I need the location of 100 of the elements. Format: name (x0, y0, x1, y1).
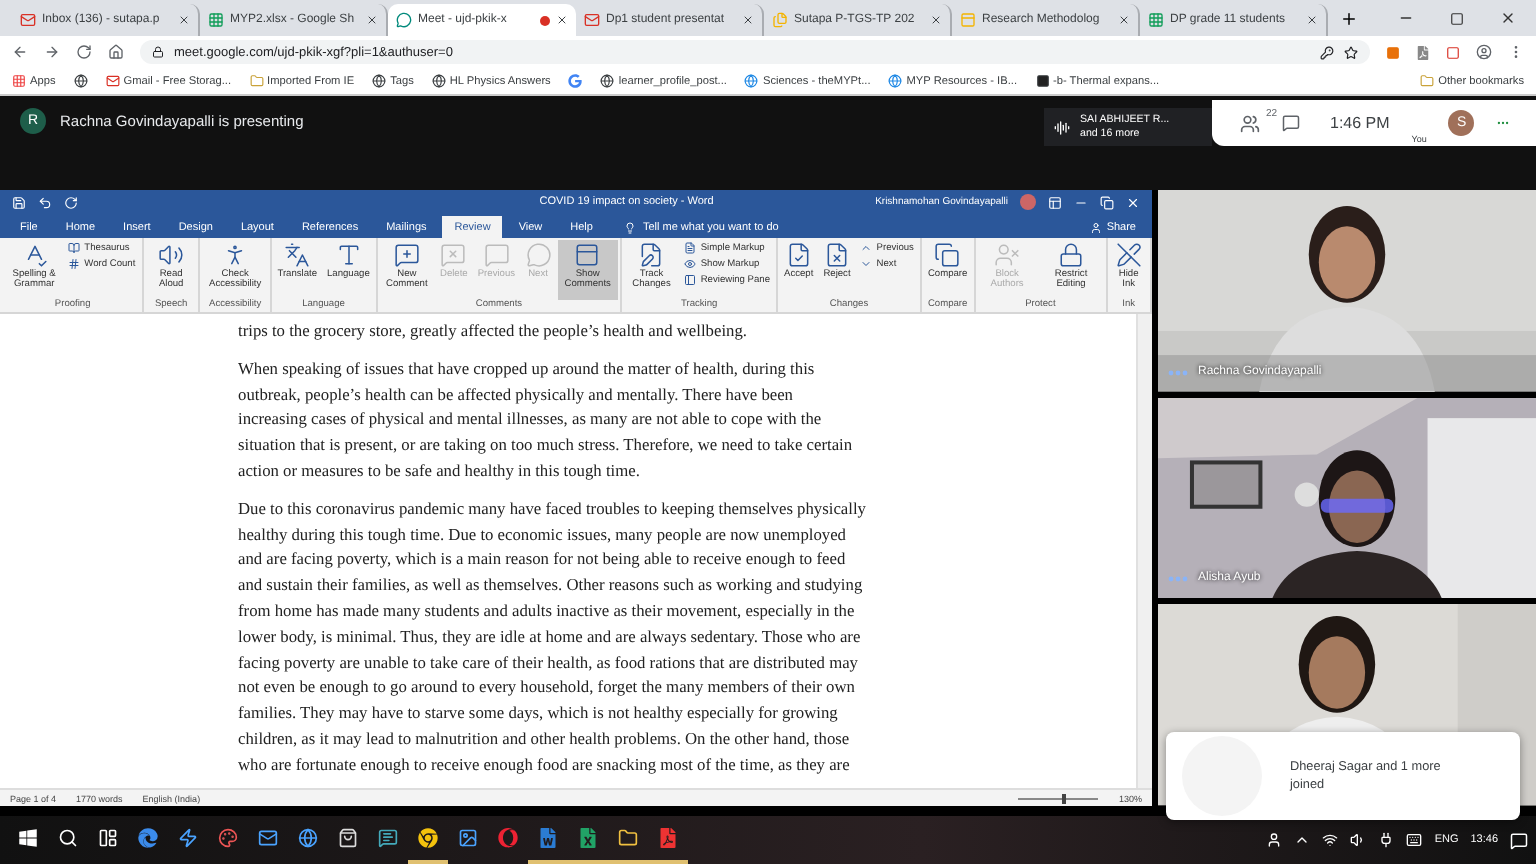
document-pen-icon (638, 242, 665, 268)
word-icon[interactable] (538, 828, 558, 848)
translate-icon (284, 242, 311, 268)
bookmark-icon[interactable] (73, 74, 88, 88)
globe-icon[interactable] (298, 828, 318, 848)
close-icon[interactable] (1306, 14, 1318, 26)
redo-icon[interactable] (64, 195, 78, 209)
people-icon[interactable] (1240, 113, 1260, 133)
task-view-icon[interactable] (98, 828, 118, 848)
speaker-icon (158, 242, 185, 268)
comment-delete-icon (440, 242, 467, 268)
globe-icon (372, 74, 387, 88)
pdf-icon[interactable] (658, 828, 678, 848)
site-icon (1035, 74, 1049, 88)
reload-icon[interactable] (76, 44, 92, 60)
lock-icon (152, 46, 164, 58)
close-icon[interactable] (1500, 10, 1516, 26)
audio-dots-icon (1168, 369, 1188, 376)
store-icon[interactable] (338, 828, 358, 848)
chrome-icon[interactable] (418, 828, 438, 848)
restore-icon[interactable] (1100, 195, 1114, 209)
mail-icon (584, 12, 600, 28)
power-icon[interactable] (1378, 832, 1395, 848)
browser-icon[interactable] (138, 828, 158, 848)
more-icon[interactable] (1496, 116, 1511, 130)
paragraph: When speaking of issues that have cropped up around the matter of health, during this outbreak, people’s health can be affected physically and mentally. There have been increasing cases of physical and mental illnesses, as many are not able to cope with the situation that is present, or are taking on too much stress. Therefore, we need to take certain action or measures to be safe and healthy in this tough time. (238, 357, 855, 484)
document-icon (684, 242, 697, 254)
undo-icon[interactable] (38, 195, 52, 209)
folder-icon[interactable] (618, 828, 638, 848)
windows-icon[interactable] (18, 828, 38, 848)
palette-icon[interactable] (218, 828, 238, 848)
bolt-icon[interactable] (178, 828, 198, 848)
mail-icon[interactable] (258, 828, 278, 848)
chevron-down-icon (860, 258, 873, 270)
ribbon-options-icon[interactable] (1048, 195, 1062, 209)
user-blocked-icon (994, 242, 1021, 268)
paragraph: Due to this coronavirus pandemic many have faced troubles to keeping themselves physically healthy during this tough time. Due to economic issues, many people are now unemployed and are facing poverty, which is a main reason for not being able to receive enough to feed and sustain their families, as well as themselves. Other reasons such as working and studying from home has made many students and adults inactive as their movement, especially in the lower body, is minimal. Thus, they are idle at home and are always sedentary. Those who are facing poverty are unable to take care of their health, as food rations that are distributed may not even be enough to go around to every household, forget the many members of their own families. They may have to starve some days, which is not healthy especially for growing children, as it may lead to malnutrition and other health problems. On the other hand, those who are fortunate enough to receive enough food are snacking most of the time, as they are (238, 497, 868, 778)
pdf-icon[interactable] (1416, 45, 1430, 59)
mail-icon (20, 12, 36, 28)
person-icon (1090, 221, 1103, 233)
paragraph: trips to the grocery store, greatly affected the people’s health and wellbeing. (238, 320, 749, 344)
pen-off-icon (1115, 242, 1142, 268)
site-icon (888, 74, 903, 88)
folder-icon (1420, 74, 1435, 88)
photos-icon[interactable] (458, 828, 478, 848)
drive-icon (772, 12, 788, 28)
close-icon[interactable] (1118, 14, 1130, 26)
keyboard-icon[interactable] (1406, 832, 1423, 848)
key-icon[interactable] (1320, 45, 1334, 59)
comment-icon (483, 242, 510, 268)
type-icon (335, 242, 362, 268)
pane-icon (684, 274, 697, 286)
chevron-up-icon[interactable] (1294, 832, 1311, 848)
close-icon[interactable] (556, 14, 568, 26)
star-icon[interactable] (1344, 45, 1358, 59)
spreadsheet-icon (208, 12, 224, 28)
clock-time: 1:46 PM (1330, 114, 1390, 132)
globe-icon (73, 74, 88, 88)
wifi-icon[interactable] (1322, 832, 1339, 848)
google-icon (568, 74, 583, 88)
spreadsheet-icon (1148, 12, 1164, 28)
panel-icon (574, 242, 601, 268)
folder-icon (249, 74, 264, 88)
comment-icon (525, 242, 552, 268)
audio-icon (1054, 119, 1070, 135)
close-icon[interactable] (930, 14, 942, 26)
account-icon[interactable] (1476, 44, 1492, 60)
opera-icon[interactable] (498, 828, 518, 848)
volume-icon[interactable] (1350, 832, 1367, 848)
save-icon[interactable] (12, 195, 26, 209)
slides-icon (960, 12, 976, 28)
chat-icon[interactable] (378, 828, 398, 848)
globe-icon (600, 74, 615, 88)
comment-add-icon (393, 242, 420, 268)
extension-icon[interactable] (1386, 45, 1400, 59)
notifications-icon[interactable] (1510, 831, 1528, 849)
maximize-icon[interactable] (1450, 11, 1464, 25)
chevron-up-icon (860, 242, 873, 254)
document-check-icon (785, 242, 812, 268)
recording-icon (540, 15, 550, 25)
search-icon[interactable] (58, 828, 78, 848)
mail-icon (105, 74, 120, 88)
excel-icon[interactable] (578, 828, 598, 848)
back-icon[interactable] (12, 44, 28, 60)
new-tab-icon[interactable] (1340, 10, 1358, 28)
user-avatar (1020, 194, 1036, 210)
slider-thumb[interactable] (1062, 793, 1067, 803)
book-icon (68, 242, 81, 254)
globe-icon (431, 74, 446, 88)
extension-icon[interactable] (1446, 45, 1460, 59)
apps-icon (12, 74, 26, 88)
forward-icon[interactable] (44, 44, 60, 60)
close-icon[interactable] (742, 14, 754, 26)
person-icon[interactable] (1266, 832, 1283, 848)
compare-icon (934, 242, 961, 268)
home-icon[interactable] (108, 44, 124, 60)
close-icon[interactable] (178, 14, 190, 26)
close-icon[interactable] (366, 14, 378, 26)
chat-icon[interactable] (1282, 114, 1300, 132)
lock-icon (1058, 242, 1085, 268)
